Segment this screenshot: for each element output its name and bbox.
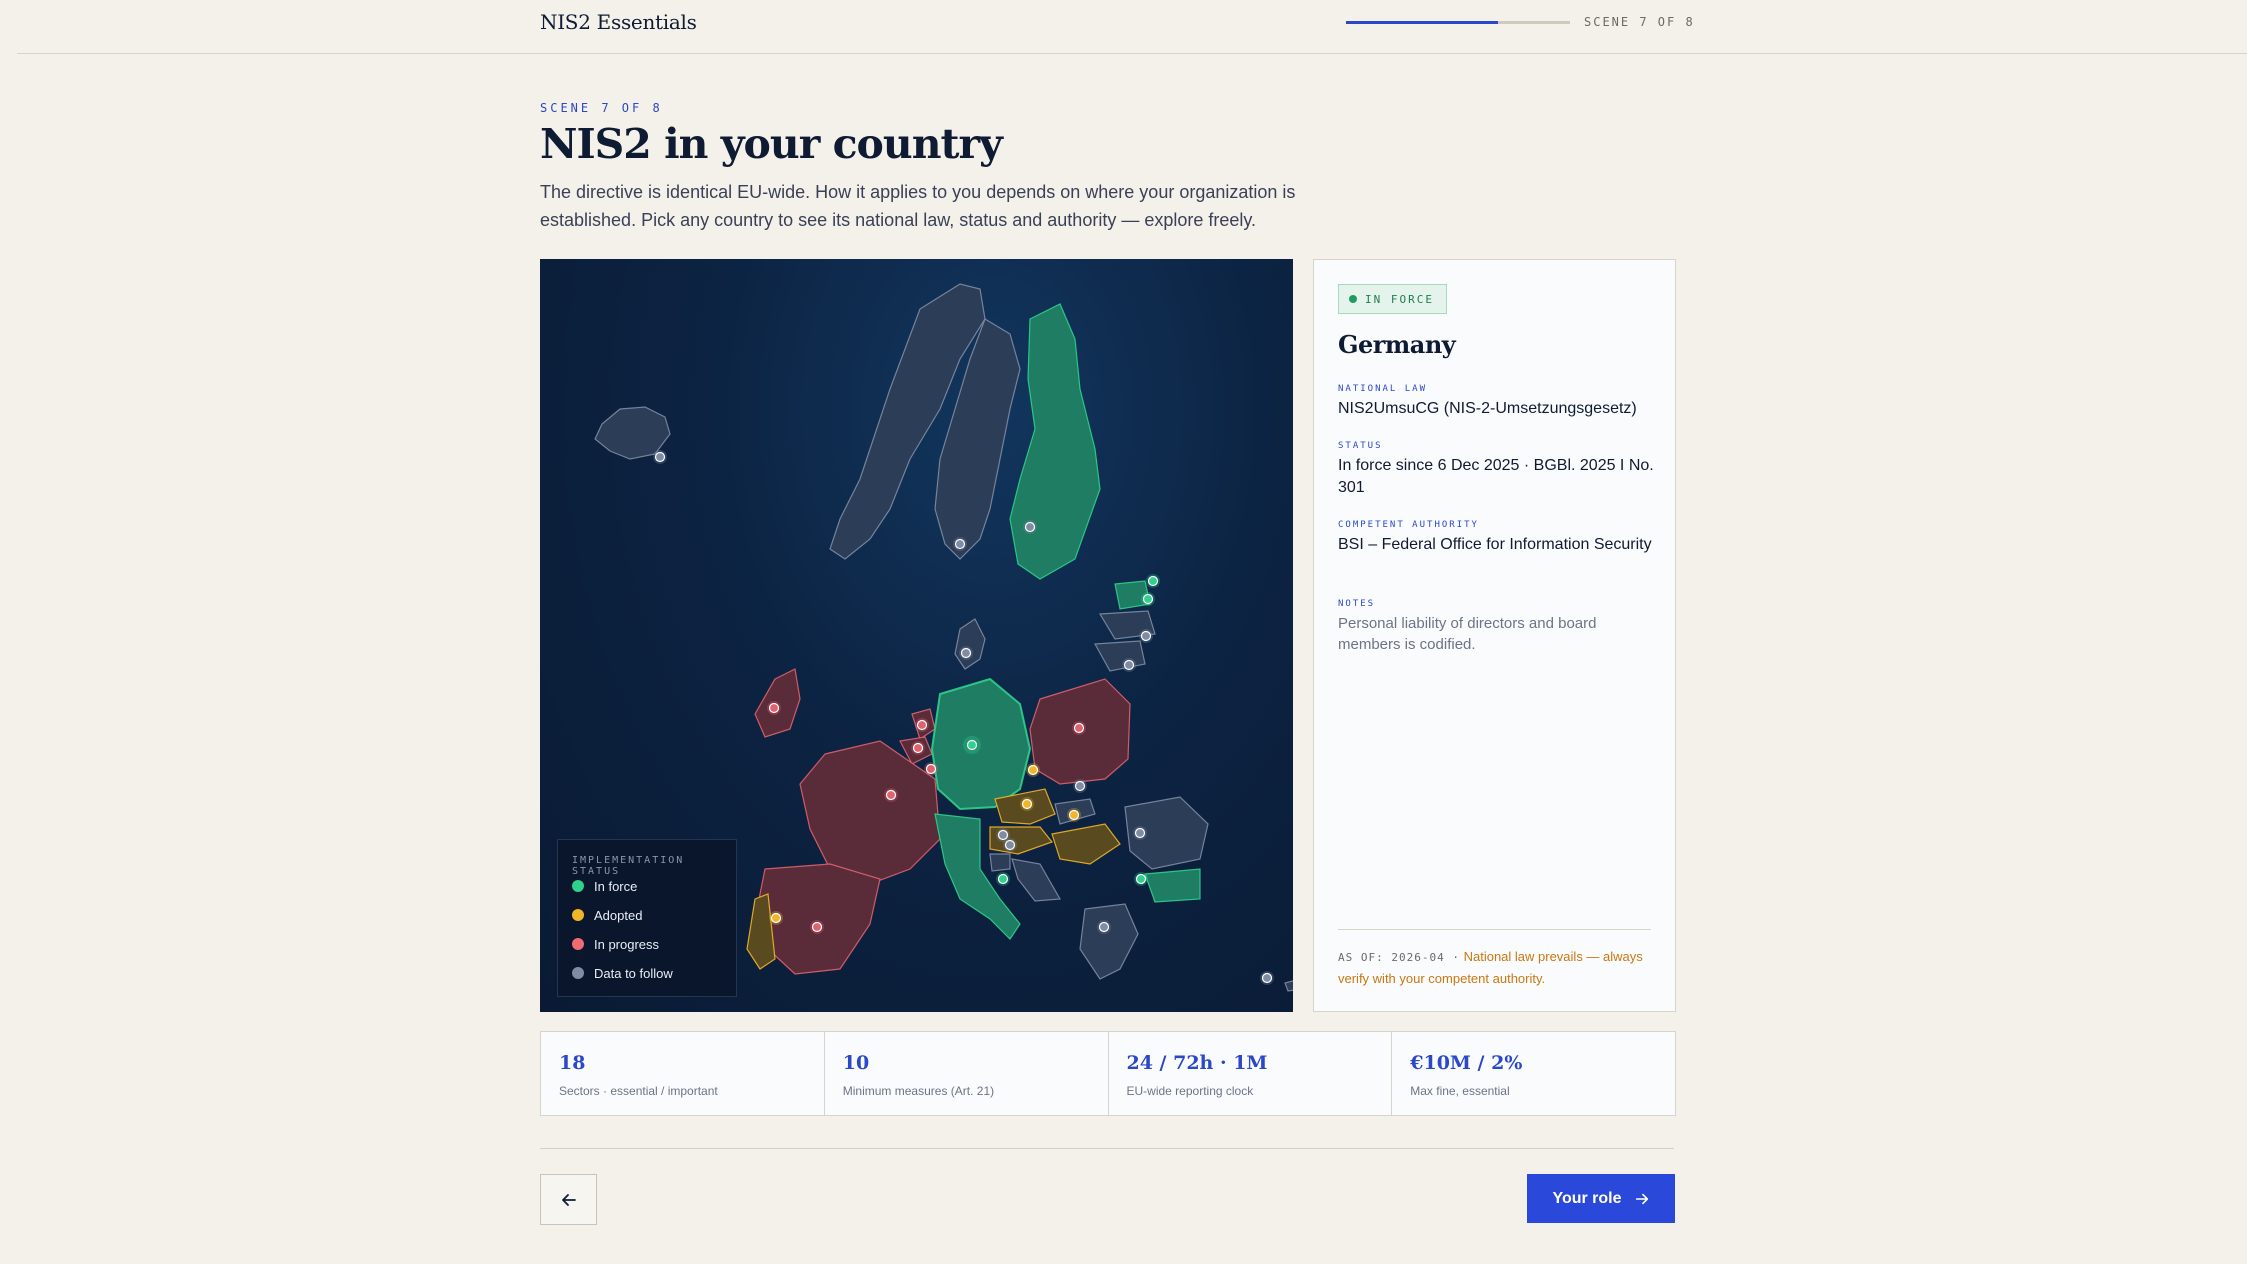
country-pin-belgium[interactable] bbox=[912, 742, 924, 754]
legend-item-data-to-follow: Data to follow bbox=[572, 963, 673, 983]
legend-dot-icon bbox=[572, 880, 584, 892]
brand-name: NIS2 Essentials bbox=[540, 10, 697, 34]
stat-label: Max fine, essential bbox=[1410, 1084, 1510, 1098]
arrow-left-icon bbox=[561, 1193, 576, 1206]
page-lead: The directive is identical EU-wide. How … bbox=[540, 182, 1296, 230]
scene-indicator: SCENE 7 OF 8 bbox=[1584, 15, 1695, 29]
country-pin-sweden[interactable] bbox=[1024, 521, 1036, 533]
country-pin-spain[interactable] bbox=[811, 921, 823, 933]
country-pin-slovakia[interactable] bbox=[1074, 780, 1086, 792]
stat-max-fine: €10M / 2% Max fine, essential bbox=[1392, 1032, 1675, 1115]
country-pin-iceland[interactable] bbox=[654, 451, 666, 463]
legend-title: IMPLEMENTATION STATUS bbox=[572, 855, 685, 877]
legend-label: Adopted bbox=[594, 907, 643, 923]
country-pin-greece[interactable] bbox=[1098, 921, 1110, 933]
country-pin-estonia[interactable] bbox=[1142, 593, 1154, 605]
country-shape-slovenia[interactable] bbox=[989, 853, 1011, 872]
europe-map[interactable]: IMPLEMENTATION STATUS In force Adopted I… bbox=[540, 259, 1293, 1012]
country-pin-austria[interactable] bbox=[1021, 798, 1033, 810]
country-pin-poland[interactable] bbox=[1073, 722, 1085, 734]
country-pin-ireland[interactable] bbox=[768, 702, 780, 714]
country-pin-italy[interactable] bbox=[997, 873, 1009, 885]
scene-progress-fill bbox=[1346, 21, 1499, 24]
status-dot-icon bbox=[1349, 295, 1357, 303]
country-shape-denmark[interactable] bbox=[954, 618, 986, 670]
top-bar: NIS2 Essentials SCENE 7 OF 8 bbox=[0, 0, 2247, 54]
status-label: STATUS bbox=[1338, 441, 1383, 451]
stat-measures: 10 Minimum measures (Art. 21) bbox=[825, 1032, 1109, 1115]
stat-value: 18 bbox=[559, 1052, 586, 1074]
country-name: Germany bbox=[1338, 330, 1456, 359]
country-shape-cyprus[interactable] bbox=[1284, 979, 1293, 992]
stat-label: Minimum measures (Art. 21) bbox=[842, 1084, 995, 1098]
country-detail-card: IN FORCE Germany NATIONAL LAW NIS2UmsuCG… bbox=[1313, 259, 1676, 1012]
legend-item-in-progress: In progress bbox=[572, 934, 659, 954]
country-pin-finland[interactable] bbox=[1147, 575, 1159, 587]
country-pin-slovenia[interactable] bbox=[997, 829, 1009, 841]
map-legend: IMPLEMENTATION STATUS In force Adopted I… bbox=[557, 839, 737, 997]
stat-label: Sectors · essential / important bbox=[559, 1084, 718, 1098]
stat-sectors: 18 Sectors · essential / important bbox=[541, 1032, 825, 1115]
country-shape-finland[interactable] bbox=[1009, 303, 1101, 580]
country-pin-luxembourg[interactable] bbox=[925, 763, 937, 775]
legend-dot-icon bbox=[572, 909, 584, 921]
as-of-date: AS OF: 2026-04 · bbox=[1338, 951, 1460, 964]
legend-label: In force bbox=[594, 878, 638, 894]
country-pin-norway[interactable] bbox=[954, 538, 966, 550]
country-pin-netherlands[interactable] bbox=[916, 719, 928, 731]
authority-label: COMPETENT AUTHORITY bbox=[1338, 520, 1479, 530]
stat-value: 10 bbox=[842, 1052, 870, 1074]
country-pin-germany[interactable] bbox=[966, 739, 978, 751]
key-stats-bar: 18 Sectors · essential / important 10 Mi… bbox=[540, 1031, 1676, 1116]
country-pin-bulgaria[interactable] bbox=[1135, 873, 1147, 885]
legend-label: In progress bbox=[594, 936, 660, 952]
legend-item-adopted: Adopted bbox=[572, 905, 642, 925]
legend-label: Data to follow bbox=[594, 965, 673, 981]
country-pin-france[interactable] bbox=[885, 789, 897, 801]
country-pin-hungary[interactable] bbox=[1068, 809, 1080, 821]
status-value: In force since 6 Dec 2025 · BGBl. 2025 I… bbox=[1338, 457, 1654, 496]
country-pin-czechia[interactable] bbox=[1027, 764, 1039, 776]
status-badge: IN FORCE bbox=[1338, 284, 1447, 314]
country-pin-portugal[interactable] bbox=[770, 912, 782, 924]
country-shape-france[interactable] bbox=[799, 740, 941, 885]
stat-value: 24 / 72h · 1M bbox=[1126, 1052, 1268, 1074]
country-shape-hungary[interactable] bbox=[1051, 823, 1121, 865]
stat-value: €10M / 2% bbox=[1410, 1052, 1523, 1074]
top-divider bbox=[17, 53, 2247, 54]
country-pin-romania[interactable] bbox=[1134, 827, 1146, 839]
country-shape-lithuania[interactable] bbox=[1094, 640, 1146, 672]
scene-progress-bar bbox=[1346, 21, 1570, 24]
country-pin-latvia[interactable] bbox=[1140, 630, 1152, 642]
country-shape-bulgaria[interactable] bbox=[1144, 868, 1201, 903]
country-pin-cyprus[interactable] bbox=[1261, 972, 1273, 984]
country-shape-germany[interactable] bbox=[930, 677, 1032, 811]
as-of-note: AS OF: 2026-04 · National law prevails —… bbox=[1338, 946, 1658, 989]
next-button-label: Your role bbox=[1552, 1189, 1622, 1207]
national-law-label: NATIONAL LAW bbox=[1338, 384, 1428, 394]
stat-label: EU-wide reporting clock bbox=[1126, 1084, 1254, 1098]
page-title: NIS2 in your country bbox=[540, 120, 1003, 168]
country-pin-croatia[interactable] bbox=[1004, 839, 1016, 851]
notes-label: NOTES bbox=[1338, 599, 1376, 609]
country-shape-greece[interactable] bbox=[1079, 903, 1139, 980]
status-badge-label: IN FORCE bbox=[1365, 292, 1434, 306]
national-law-value: NIS2UmsuCG (NIS-2-Umsetzungsgesetz) bbox=[1338, 400, 1637, 417]
country-shape-croatia[interactable] bbox=[1011, 858, 1061, 902]
stat-reporting-clock: 24 / 72h · 1M EU-wide reporting clock bbox=[1109, 1032, 1393, 1115]
arrow-right-icon bbox=[1635, 1193, 1648, 1204]
legend-dot-icon bbox=[572, 938, 584, 950]
country-pin-lithuania[interactable] bbox=[1123, 659, 1135, 671]
footer-divider bbox=[540, 1148, 1674, 1149]
next-button[interactable]: Your role bbox=[1527, 1174, 1675, 1223]
country-pin-denmark[interactable] bbox=[960, 647, 972, 659]
scene-eyebrow: SCENE 7 OF 8 bbox=[540, 101, 663, 115]
legend-dot-icon bbox=[572, 967, 584, 979]
notes-value: Personal liability of directors and boar… bbox=[1338, 615, 1597, 653]
authority-value: BSI – Federal Office for Information Sec… bbox=[1338, 536, 1652, 553]
legend-item-in-force: In force bbox=[572, 876, 637, 896]
back-button[interactable] bbox=[540, 1174, 597, 1225]
card-divider bbox=[1338, 929, 1651, 930]
